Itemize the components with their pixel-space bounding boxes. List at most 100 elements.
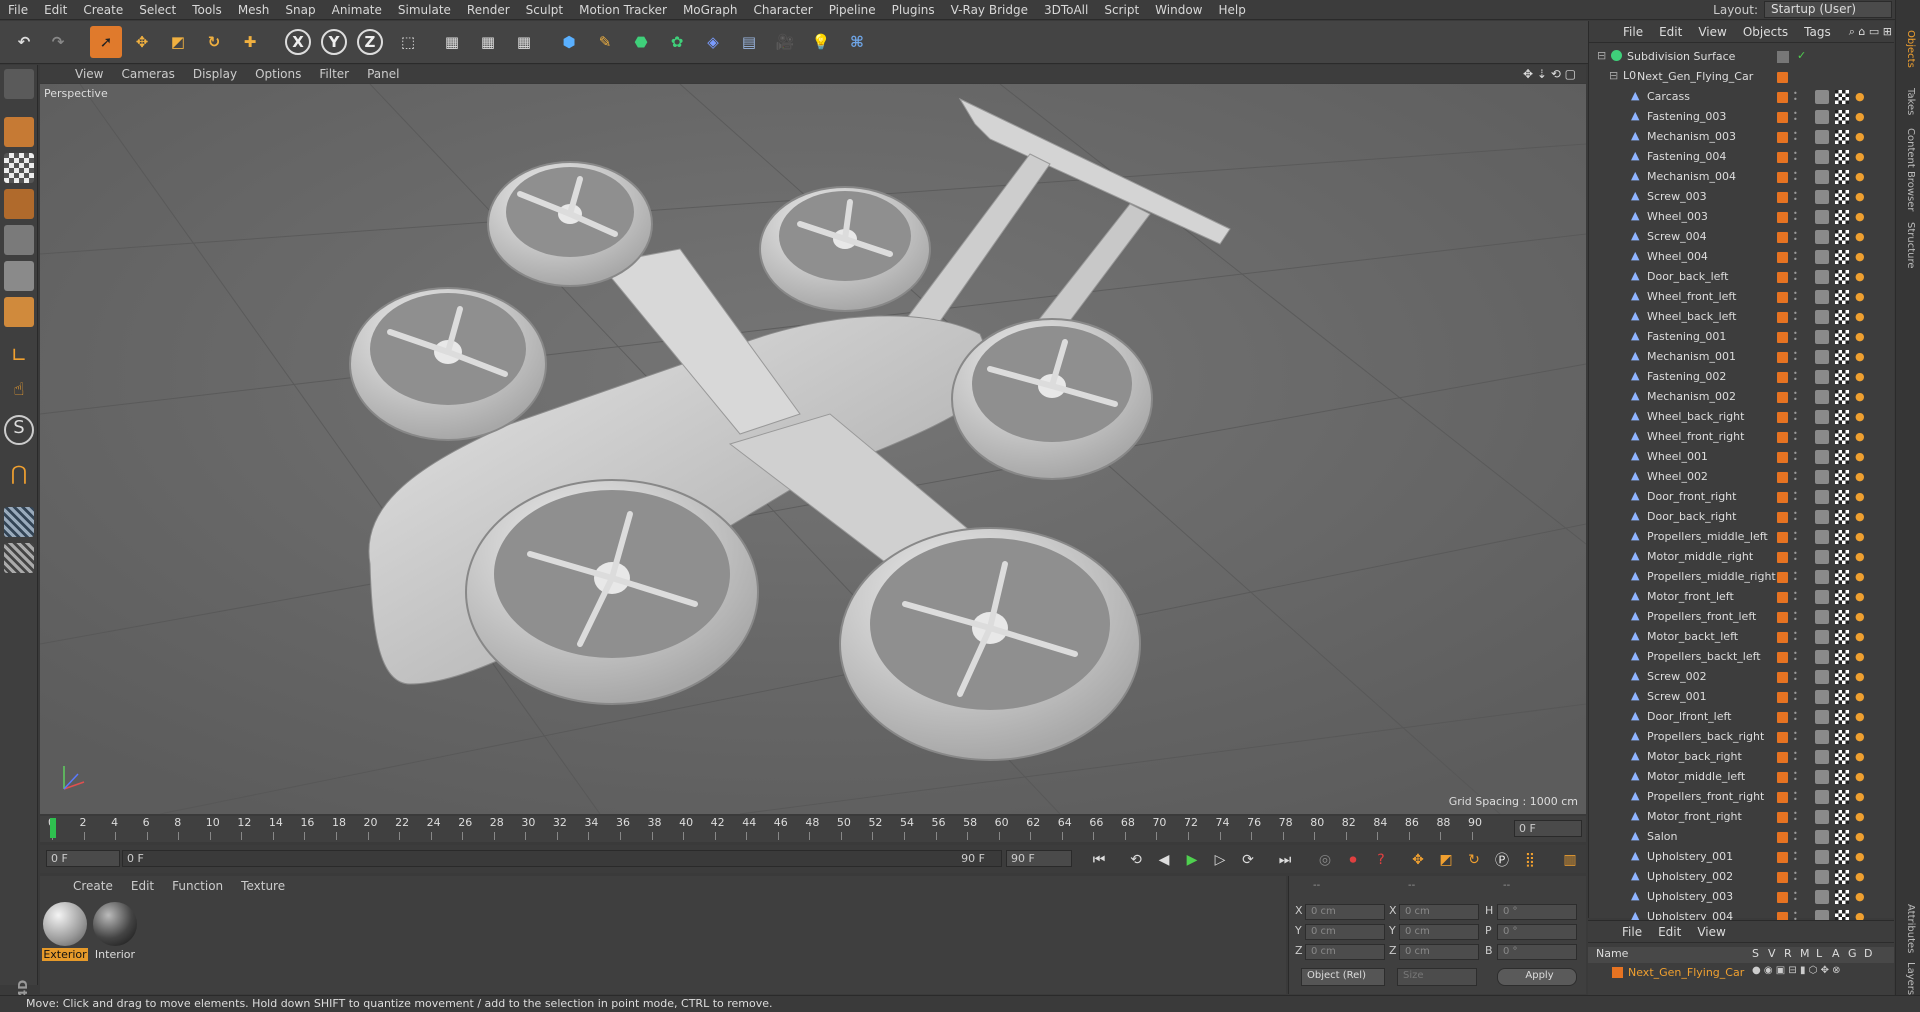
layer-toggle-icons[interactable]: ● ◉ ▣ ⊟ ▮ ⬡ ✥ ⊗ [1752,965,1841,976]
object-row[interactable]: ▲ Wheel_001 • • ● [1589,447,1889,467]
start-frame-field[interactable]: 0 F [46,850,120,867]
phong-tag-icon[interactable] [1815,790,1829,804]
uvw-tag-icon[interactable] [1835,790,1849,804]
camera-icon[interactable]: 🎥 [769,26,801,58]
layer-color-swatch[interactable] [1777,172,1788,183]
phong-tag-icon[interactable] [1815,850,1829,864]
menu-select[interactable]: Select [131,0,184,20]
material-tag-icon[interactable]: ● [1855,211,1867,223]
uvw-tag-icon[interactable] [1835,430,1849,444]
material-tag-icon[interactable]: ● [1855,491,1867,503]
layer-color-swatch[interactable] [1777,872,1788,883]
visibility-dots-icon[interactable]: •• [1793,870,1798,884]
viewport-menu-panel[interactable]: Panel [358,67,408,81]
menu-file[interactable]: File [0,0,36,20]
visibility-dots-icon[interactable]: •• [1793,670,1798,684]
visibility-dots-icon[interactable]: •• [1793,630,1798,644]
deformer-icon[interactable]: ◈ [697,26,729,58]
coords-size-y[interactable]: 0 cm [1399,924,1479,940]
menu-edit[interactable]: Edit [36,0,75,20]
material-menu-function[interactable]: Function [163,879,232,893]
material-exterior[interactable]: Exterior [42,902,88,962]
material-tag-icon[interactable]: ● [1855,531,1867,543]
phong-tag-icon[interactable] [1815,590,1829,604]
uvw-tag-icon[interactable] [1835,330,1849,344]
menu-sculpt[interactable]: Sculpt [518,0,571,20]
material-tag-icon[interactable]: ● [1855,871,1867,883]
viewport-menu-display[interactable]: Display [184,67,246,81]
layer-color-swatch[interactable] [1777,92,1788,103]
tab-layers[interactable]: Layers [1900,962,1916,995]
layer-color-swatch[interactable] [1777,392,1788,403]
layer-color-swatch[interactable] [1777,532,1788,543]
visibility-dots-icon[interactable]: •• [1793,370,1798,384]
material-tag-icon[interactable]: ● [1855,171,1867,183]
key-rotation-icon[interactable]: ↻ [1462,849,1486,871]
phong-tag-icon[interactable] [1815,470,1829,484]
phong-tag-icon[interactable] [1815,390,1829,404]
phong-tag-icon[interactable] [1815,770,1829,784]
om-menu-edit[interactable]: Edit [1651,25,1690,39]
material-tag-icon[interactable]: ● [1855,311,1867,323]
layer-menu-view[interactable]: View [1689,925,1733,939]
uvw-tag-icon[interactable] [1835,150,1849,164]
material-tag-icon[interactable]: ● [1855,431,1867,443]
material-interior[interactable]: Interior [92,902,138,962]
layer-color-swatch[interactable] [1777,132,1788,143]
phong-tag-icon[interactable] [1815,370,1829,384]
layer-color-swatch[interactable] [1777,512,1788,523]
visibility-dots-icon[interactable]: •• [1793,590,1798,604]
viewport-menu-view[interactable]: View [66,67,112,81]
layer-color-swatch[interactable] [1777,332,1788,343]
phong-tag-icon[interactable] [1815,710,1829,724]
phong-tag-icon[interactable] [1815,550,1829,564]
uvw-tag-icon[interactable] [1835,370,1849,384]
lock-workplane-icon[interactable] [4,507,34,537]
phong-tag-icon[interactable] [1815,410,1829,424]
om-search-icon[interactable]: ⌕ ⌂ ▭ ⊞ [1849,25,1892,39]
motion-record-icon[interactable]: ◎ [1313,849,1337,871]
phong-tag-icon[interactable] [1815,570,1829,584]
layer-color-swatch[interactable] [1777,432,1788,443]
layout-dropdown[interactable]: Startup (User) [1764,1,1892,18]
material-menu-edit[interactable]: Edit [122,879,163,893]
phong-tag-icon[interactable] [1815,630,1829,644]
om-menu-view[interactable]: View [1690,25,1734,39]
phong-tag-icon[interactable] [1815,490,1829,504]
layer-color-swatch[interactable] [1777,252,1788,263]
key-scale-icon[interactable]: ◩ [1434,849,1458,871]
y-axis-toggle[interactable]: Y [321,29,347,55]
visibility-dots-icon[interactable]: •• [1793,470,1798,484]
object-row[interactable]: ▲ Wheel_003 • • ● [1589,207,1889,227]
subdivision-generator-icon[interactable]: ⬣ [625,26,657,58]
object-row[interactable]: ▲ Motor_backt_left • • ● [1589,627,1889,647]
material-tag-icon[interactable]: ● [1855,371,1867,383]
phong-tag-icon[interactable] [1815,670,1829,684]
layer-color-swatch[interactable] [1777,752,1788,763]
visibility-dots-icon[interactable]: •• [1793,170,1798,184]
material-tag-icon[interactable]: ● [1855,591,1867,603]
timeline-ruler[interactable]: 0246810121416182022242628303234363840424… [40,816,1586,842]
uvw-tag-icon[interactable] [1835,490,1849,504]
object-row[interactable]: ▲ Carcass • • ● [1589,87,1889,107]
x-axis-toggle[interactable]: X [285,29,311,55]
object-row[interactable]: ▲ Wheel_004 • • ● [1589,247,1889,267]
visibility-dots-icon[interactable]: •• [1793,510,1798,524]
object-row[interactable]: ▲ Wheel_front_right • • ● [1589,427,1889,447]
uvw-tag-icon[interactable] [1835,310,1849,324]
uvw-tag-icon[interactable] [1835,210,1849,224]
uvw-tag-icon[interactable] [1835,570,1849,584]
visibility-dots-icon[interactable]: •• [1793,190,1798,204]
current-frame-field[interactable]: 0 F [1514,820,1582,837]
coords-rotation-p[interactable]: 0 ° [1497,924,1577,940]
texture-mode-icon[interactable] [4,153,34,183]
visibility-dots-icon[interactable]: •• [1793,490,1798,504]
visibility-dots-icon[interactable]: •• [1793,210,1798,224]
layer-color-swatch[interactable] [1777,372,1788,383]
material-tag-icon[interactable]: ● [1855,451,1867,463]
z-axis-toggle[interactable]: Z [357,29,383,55]
uvw-tag-icon[interactable] [1835,190,1849,204]
material-menu-texture[interactable]: Texture [232,879,294,893]
object-row[interactable]: ▲ Fastening_003 • • ● [1589,107,1889,127]
visibility-dots-icon[interactable]: •• [1793,130,1798,144]
